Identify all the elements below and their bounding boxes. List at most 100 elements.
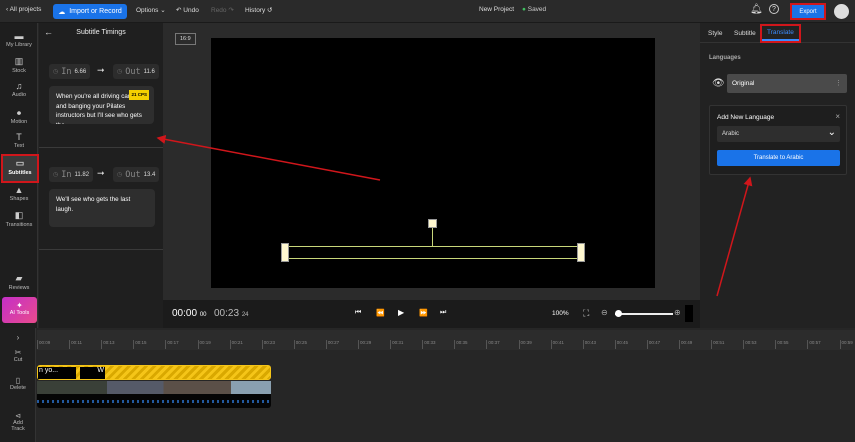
top-bar: ‹ All projects ☁ Import or Record Options… bbox=[0, 0, 855, 23]
zoom-slider[interactable] bbox=[614, 310, 673, 317]
help-icon[interactable]: ? bbox=[769, 4, 779, 14]
timeline-ruler[interactable]: 00:09 00:11 00:13 00:15 00:17 00:19 00:21 00:23… bbox=[37, 330, 855, 350]
saved-label: Saved bbox=[527, 6, 547, 13]
ruler-label: 00:11 bbox=[69, 340, 82, 349]
tab-subtitle[interactable]: Subtitle bbox=[734, 30, 756, 37]
sidebar-item-shapes[interactable]: ▲ Shapes bbox=[0, 185, 38, 202]
cut-button[interactable]: ✂ Cut bbox=[0, 348, 36, 363]
video-preview[interactable] bbox=[211, 38, 655, 288]
expand-chevron-icon[interactable]: › bbox=[0, 333, 36, 342]
sidebar-item-stock[interactable]: ▥ Stock bbox=[0, 56, 38, 74]
ruler-label: 00:15 bbox=[133, 340, 147, 349]
ruler-label: 00:13 bbox=[101, 340, 114, 349]
ruler-label: 00:37 bbox=[486, 340, 500, 349]
aspect-ratio-button[interactable]: 16:9 bbox=[175, 33, 196, 45]
import-record-button[interactable]: ☁ Import or Record bbox=[53, 4, 127, 19]
ruler-label: 00:53 bbox=[743, 340, 756, 349]
sidebar-item-reviews[interactable]: ▰ Reviews bbox=[0, 273, 38, 291]
sparkle-icon: ✦ bbox=[16, 301, 23, 310]
tab-style[interactable]: Style bbox=[708, 30, 722, 37]
sidebar-label: Text bbox=[13, 143, 25, 149]
subtitle-text-2[interactable]: We'll see who gets the last laugh. bbox=[49, 189, 155, 227]
zoom-level[interactable]: 100% bbox=[552, 310, 569, 317]
current-time: 00:00 00 bbox=[172, 308, 207, 319]
transitions-icon: ◧ bbox=[14, 210, 24, 220]
redo-label: Redo bbox=[211, 7, 227, 14]
avatar[interactable] bbox=[834, 4, 849, 19]
import-label: Import or Record bbox=[69, 8, 122, 15]
original-language-row[interactable]: Original ⋮ bbox=[727, 74, 847, 93]
redo-button[interactable]: Redo ↷ bbox=[211, 6, 234, 14]
in-time-field[interactable]: ◷ In 11.82 bbox=[49, 167, 94, 182]
delete-button[interactable]: ▯ Delete bbox=[0, 376, 36, 391]
sidebar-label: Shapes bbox=[9, 196, 29, 202]
right-panel: Style Subtitle Translate Languages 👁︎ Or… bbox=[700, 23, 855, 328]
rewind-icon[interactable]: ⏪ bbox=[376, 309, 385, 317]
resize-handle-right[interactable] bbox=[577, 243, 585, 262]
undo-button[interactable]: ↶ Undo bbox=[176, 6, 199, 14]
translate-button[interactable]: Translate to Arabic bbox=[717, 150, 840, 166]
text-icon: T bbox=[16, 132, 22, 142]
panel-handle[interactable] bbox=[685, 305, 693, 322]
subtitle-selection-box[interactable] bbox=[285, 246, 582, 259]
ruler-label: 00:19 bbox=[197, 340, 211, 349]
audio-track[interactable] bbox=[37, 394, 271, 408]
ruler-label: 00:45 bbox=[614, 340, 628, 349]
play-icon[interactable]: ▶ bbox=[398, 308, 404, 317]
rotate-handle[interactable] bbox=[428, 219, 437, 228]
sidebar-item-audio[interactable]: ♫ Audio bbox=[0, 81, 38, 98]
history-button[interactable]: History ↺ bbox=[245, 6, 273, 14]
add-track-button[interactable]: ⊲ Add Track bbox=[0, 412, 36, 432]
project-name[interactable]: New Project bbox=[479, 6, 514, 13]
redo-icon: ↷ bbox=[228, 7, 234, 14]
history-label: History bbox=[245, 7, 266, 14]
sidebar-item-transitions[interactable]: ◧ Transitions bbox=[0, 210, 38, 228]
add-track-label: Add Track bbox=[11, 420, 25, 432]
total-frames: 24 bbox=[241, 312, 249, 318]
timeline-tools: › ✂ Cut ▯ Delete ⊲ Add Track bbox=[0, 328, 36, 442]
options-menu[interactable]: Options ⌄ bbox=[136, 6, 166, 14]
subtitle-track[interactable]: n yo... W bbox=[37, 365, 271, 380]
fullscreen-icon[interactable]: ⛶ bbox=[583, 308, 589, 319]
tab-translate[interactable]: Translate bbox=[760, 24, 801, 43]
zoom-slider-thumb[interactable] bbox=[614, 310, 622, 317]
cps-badge: 21 CPS bbox=[129, 90, 149, 100]
in-time-field[interactable]: ◷ In 6.66 bbox=[49, 64, 91, 79]
ruler-label: 00:55 bbox=[775, 340, 789, 349]
arrow-right-icon: ➞ bbox=[97, 65, 105, 75]
subtitle-text-1[interactable]: When you're all driving carpool and bang… bbox=[49, 86, 154, 124]
fast-forward-icon[interactable]: ⏩ bbox=[419, 309, 428, 317]
sidebar-item-text[interactable]: T Text bbox=[0, 132, 38, 149]
more-options-icon[interactable]: ⋮ bbox=[835, 79, 842, 87]
stock-icon: ▥ bbox=[14, 56, 24, 66]
total-time: 00:23 24 bbox=[214, 308, 249, 319]
music-icon: ♫ bbox=[15, 81, 23, 91]
out-time-field[interactable]: ◷ Out 13.4 bbox=[113, 167, 160, 182]
export-button[interactable]: Export bbox=[790, 3, 826, 20]
ruler-label: 00:23 bbox=[261, 340, 275, 349]
divider bbox=[39, 147, 163, 148]
close-icon[interactable]: × bbox=[835, 112, 840, 121]
language-select[interactable]: Arabic ⌄ bbox=[717, 126, 840, 142]
subtitle-clip-2[interactable]: W bbox=[80, 367, 105, 379]
resize-handle-left[interactable] bbox=[281, 243, 289, 262]
sidebar-item-my-library[interactable]: ▬ My Library bbox=[0, 31, 38, 48]
subtitle-clip-1[interactable]: n yo... bbox=[38, 367, 76, 379]
ai-tools-button[interactable]: ✦ AI Tools bbox=[2, 297, 37, 323]
ruler-label: 00:43 bbox=[582, 340, 596, 349]
skip-end-icon[interactable]: ⏭ bbox=[440, 309, 446, 317]
video-track[interactable] bbox=[37, 381, 271, 394]
bell-icon[interactable]: 🔔︎ bbox=[750, 4, 763, 15]
out-time-field[interactable]: ◷ Out 11.6 bbox=[113, 64, 159, 79]
original-label: Original bbox=[732, 80, 755, 87]
ruler-label: 00:59 bbox=[839, 340, 853, 349]
ruler-label: 00:57 bbox=[807, 340, 821, 349]
sidebar-item-subtitles[interactable]: ▭ Subtitles bbox=[1, 154, 39, 183]
sidebar-item-motion[interactable]: ⦁ Motion bbox=[0, 107, 38, 125]
zoom-out-icon[interactable]: ⊖ bbox=[601, 308, 608, 317]
sidebar-label: My Library bbox=[6, 42, 32, 48]
all-projects-link[interactable]: ‹ All projects bbox=[6, 6, 41, 13]
zoom-in-icon[interactable]: ⊕ bbox=[674, 308, 681, 317]
skip-start-icon[interactable]: ⏮ bbox=[355, 309, 361, 317]
eye-icon[interactable]: 👁︎ bbox=[712, 78, 725, 89]
